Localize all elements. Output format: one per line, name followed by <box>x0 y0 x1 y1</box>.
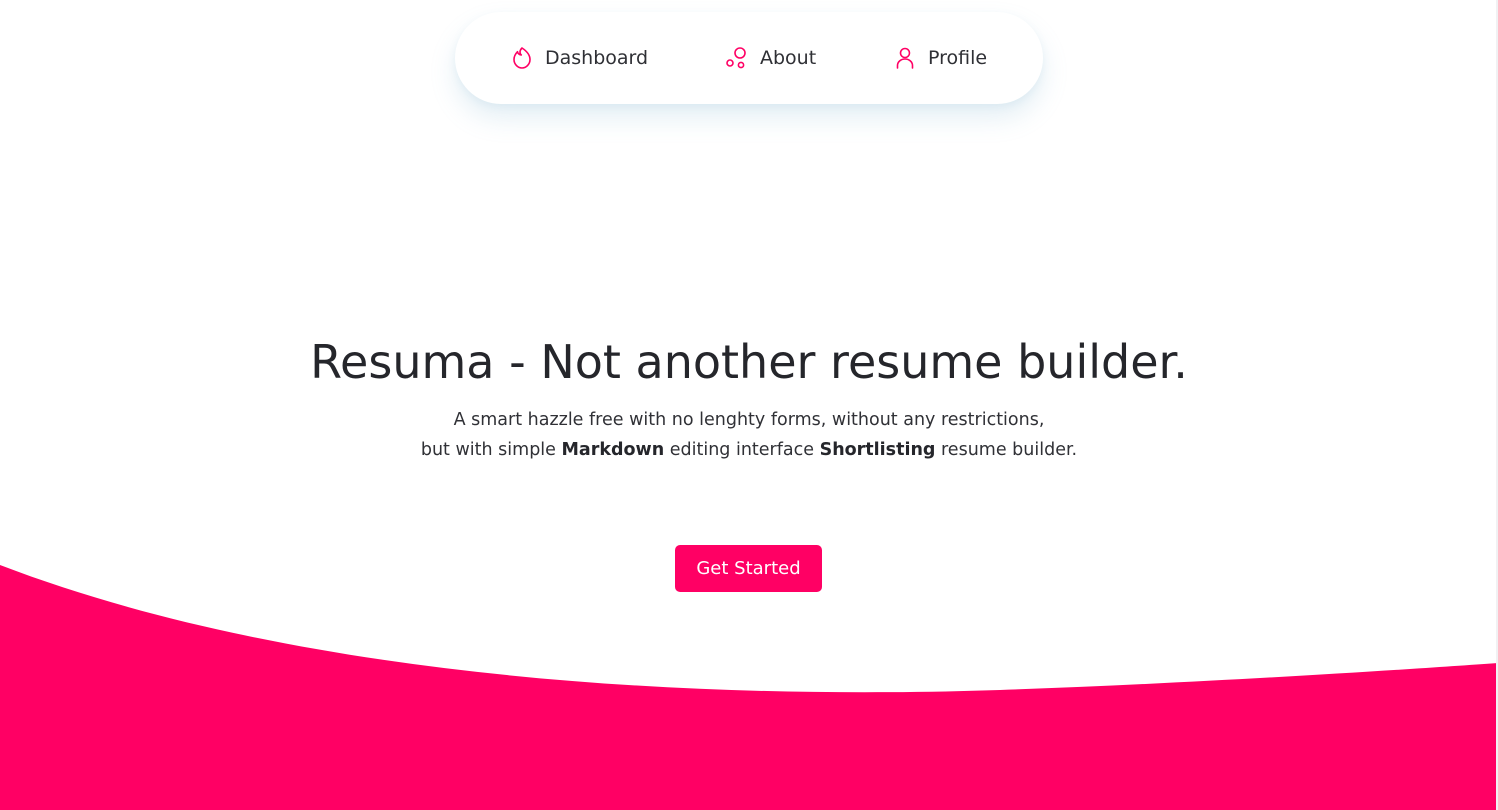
bubbles-icon <box>725 46 749 70</box>
nav-item-profile[interactable]: Profile <box>893 43 987 73</box>
hero-subtitle-line2-prefix: but with simple <box>420 440 562 460</box>
nav-item-about[interactable]: About <box>725 43 816 73</box>
nav-item-dashboard[interactable]: Dashboard <box>510 43 648 73</box>
get-started-button[interactable]: Get Started <box>675 545 822 592</box>
user-icon <box>893 46 917 70</box>
nav-label-about: About <box>760 47 817 69</box>
nav-label-profile: Profile <box>928 47 988 69</box>
shortlisting-highlight: Shortlisting <box>819 440 936 460</box>
top-navigation: Dashboard About Profile <box>455 12 1043 104</box>
markdown-highlight: Markdown <box>561 440 665 460</box>
hero-subtitle-line2-middle: editing interface <box>664 440 820 460</box>
hero-subtitle-line2-suffix: resume builder. <box>935 440 1078 460</box>
hero-section: Resuma - Not another resume builder. A s… <box>300 332 1198 465</box>
hero-title: Resuma - Not another resume builder. <box>310 335 1188 389</box>
nav-label-dashboard: Dashboard <box>545 47 649 69</box>
hero-subtitle: A smart hazzle free with no lenghty form… <box>300 405 1198 465</box>
flame-icon <box>510 46 534 70</box>
hero-subtitle-line1: A smart hazzle free with no lenghty form… <box>453 410 1045 430</box>
